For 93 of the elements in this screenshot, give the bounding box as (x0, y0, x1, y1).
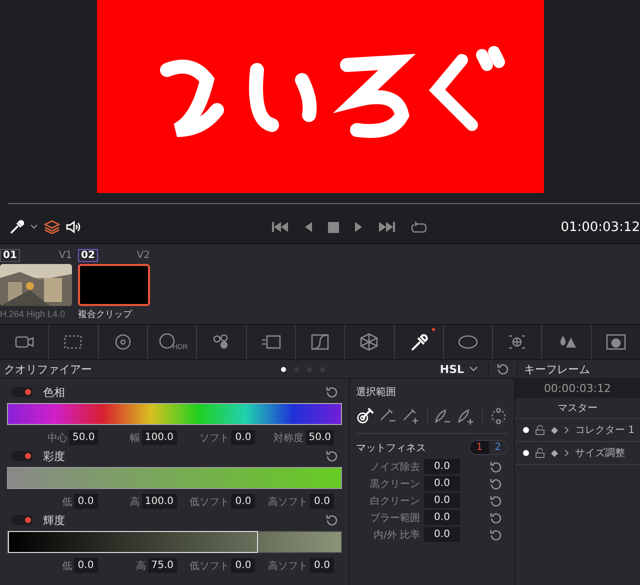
lock-icon[interactable] (535, 425, 545, 435)
track-label: V1 (58, 250, 72, 260)
clip-thumbnail[interactable] (78, 264, 150, 306)
reset-icon[interactable] (490, 512, 502, 524)
number-field[interactable]: 50.0 (306, 430, 334, 445)
field-label: 高 (136, 560, 146, 572)
stop-icon[interactable] (328, 222, 338, 232)
number-field[interactable]: 0.0 (74, 494, 98, 509)
reset-icon[interactable] (490, 494, 502, 506)
dot-icon (523, 427, 529, 433)
chevron-right-icon[interactable] (564, 449, 569, 457)
clip-number: 02 (78, 248, 98, 262)
field-label: 高ソフト (268, 496, 308, 508)
play-reverse-icon[interactable] (304, 221, 312, 233)
toggle-switch[interactable] (11, 515, 33, 525)
reset-icon[interactable] (490, 460, 502, 472)
field-label: 黒クリーン (369, 478, 420, 490)
reset-icon[interactable] (326, 514, 338, 526)
lock-icon[interactable] (535, 448, 545, 458)
number-field[interactable]: 50.0 (69, 430, 98, 445)
chevron-right-icon[interactable] (564, 426, 569, 434)
reset-icon[interactable] (326, 386, 338, 398)
field-label: 内/外 比率 (372, 528, 420, 542)
section-title: マットフィネス (356, 442, 426, 454)
hue-range-bar[interactable] (7, 403, 342, 425)
number-field[interactable]: 100.0 (142, 430, 176, 445)
range-selection[interactable] (8, 531, 258, 553)
number-field[interactable]: 0.0 (231, 558, 256, 573)
speaker-icon[interactable] (66, 220, 82, 234)
field-label: 白クリーン (369, 494, 420, 508)
mode-dropdown[interactable]: HSL (434, 362, 484, 376)
panel-title: キーフレーム (523, 362, 590, 376)
field-label: ノイズ除去 (369, 460, 420, 474)
number-field[interactable]: 100.0 (142, 494, 176, 509)
key-icon (604, 332, 628, 352)
invert-icon[interactable] (488, 407, 508, 425)
reset-icon[interactable] (326, 450, 338, 462)
picker-icon[interactable] (356, 407, 376, 425)
clip-label: H.264 High L4.0 (0, 308, 66, 320)
number-field[interactable]: 0.0 (231, 430, 256, 445)
field-label: ソフト (199, 432, 230, 444)
field-label: 高ソフト (268, 560, 308, 572)
number-field[interactable]: 0.0 (74, 558, 98, 573)
dot-icon (523, 450, 529, 456)
field-label: 幅 (130, 432, 140, 444)
field-label: 対称度 (274, 432, 304, 444)
node-label[interactable]: サイズ調整 (575, 446, 625, 460)
number-field[interactable]: 0.0 (424, 510, 460, 525)
chevron-down-icon (469, 366, 478, 372)
reset-icon[interactable] (490, 528, 502, 540)
number-field[interactable]: 0.0 (310, 494, 334, 509)
number-field[interactable]: 0.0 (310, 558, 334, 573)
loop-icon[interactable] (410, 220, 426, 234)
node-label[interactable]: コレクター 1 (575, 423, 635, 437)
reset-icon[interactable] (490, 478, 502, 490)
timecode: 00:00:03:12 (515, 379, 640, 398)
field-label: 低ソフト (189, 560, 230, 572)
section-title: 輝度 (43, 512, 66, 528)
layers-icon[interactable] (44, 220, 60, 234)
field-label: 中心 (47, 432, 68, 444)
number-field[interactable]: 0.0 (424, 459, 460, 474)
field-label: 低 (62, 496, 72, 508)
skip-forward-icon[interactable] (378, 221, 394, 233)
field-label: 高 (130, 496, 140, 508)
track-label: V2 (136, 250, 150, 260)
matte-tab[interactable]: 1 (470, 441, 489, 454)
diamond-icon[interactable] (551, 426, 558, 434)
track-label: マスター (515, 398, 640, 419)
skip-back-icon[interactable] (272, 221, 288, 233)
reset-icon[interactable] (497, 363, 509, 375)
section-title: 選択範囲 (356, 386, 397, 399)
section-title: 彩度 (43, 448, 66, 464)
number-field[interactable]: 75.0 (148, 558, 176, 573)
field-label: ブラー範囲 (369, 512, 420, 524)
chevron-down-icon[interactable] (30, 224, 38, 230)
toggle-switch[interactable] (11, 451, 33, 461)
number-field[interactable]: 0.0 (424, 476, 460, 491)
page-dot[interactable] (280, 366, 286, 372)
matte-tab[interactable]: 2 (488, 441, 507, 454)
panel-title: クオリファイアー (4, 362, 92, 376)
timecode: 01:00:03:12 (560, 220, 640, 234)
field-label: 低 (62, 560, 72, 572)
section-title: 色相 (43, 384, 66, 400)
luminance-range-bar[interactable] (7, 531, 342, 553)
clip-label: 複合クリップ (78, 308, 132, 320)
number-field[interactable]: 0.0 (231, 494, 256, 509)
number-field[interactable]: 0.0 (424, 493, 460, 508)
toggle-switch[interactable] (11, 387, 33, 397)
field-label: 低ソフト (189, 496, 230, 508)
clip-number: 01 (0, 248, 20, 262)
play-icon[interactable] (354, 221, 362, 233)
diamond-icon[interactable] (551, 450, 558, 456)
number-field[interactable]: 0.0 (424, 527, 460, 542)
